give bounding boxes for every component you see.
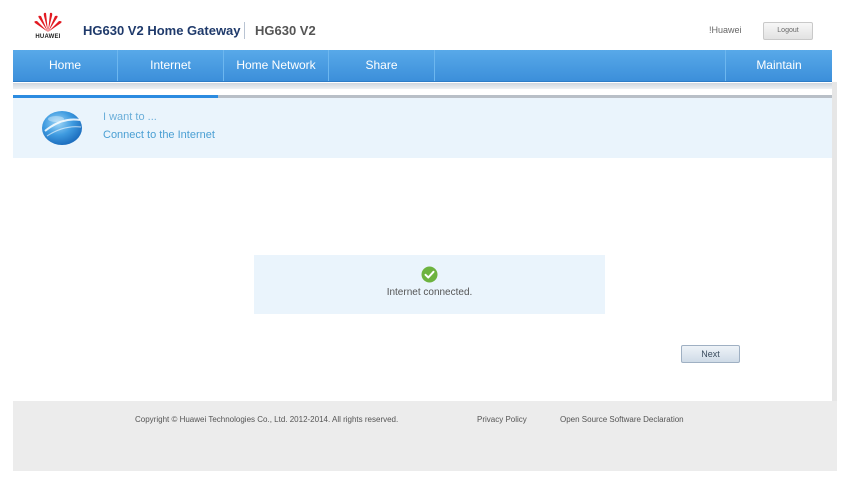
username-label: !Huawei [709, 25, 742, 35]
main-nav: Home Internet Home Network Share Maintai… [13, 50, 832, 82]
privacy-policy-link[interactable]: Privacy Policy [477, 415, 527, 424]
nav-shadow [13, 83, 832, 89]
huawei-logo: HUAWEI [31, 12, 65, 44]
nav-home-network[interactable]: Home Network [224, 50, 329, 81]
page-edge [832, 82, 837, 402]
wizard-prompt: I want to ... [103, 111, 157, 123]
product-title: HG630 V2 Home Gateway [83, 23, 241, 38]
status-box: Internet connected. [254, 255, 605, 314]
connection-status-text: Internet connected. [386, 287, 473, 298]
open-source-link[interactable]: Open Source Software Declaration [560, 415, 684, 424]
nav-share[interactable]: Share [329, 50, 435, 81]
nav-maintain[interactable]: Maintain [725, 50, 832, 81]
copyright-text: Copyright © Huawei Technologies Co., Ltd… [135, 415, 399, 424]
footer: Copyright © Huawei Technologies Co., Ltd… [13, 401, 837, 471]
logout-button[interactable]: Logout [763, 22, 813, 40]
next-button[interactable]: Next [681, 345, 740, 363]
logo-text: HUAWEI [35, 34, 61, 40]
globe-icon [40, 107, 85, 147]
wizard-header-panel: I want to ... Connect to the Internet [13, 98, 832, 158]
model-title: HG630 V2 [255, 23, 316, 38]
nav-internet[interactable]: Internet [118, 50, 224, 81]
title-divider [244, 22, 245, 39]
check-circle-icon [421, 266, 438, 283]
nav-home[interactable]: Home [13, 50, 118, 81]
header: HUAWEI HG630 V2 Home Gateway HG630 V2 !H… [13, 0, 833, 50]
wizard-title: Connect to the Internet [103, 129, 215, 141]
